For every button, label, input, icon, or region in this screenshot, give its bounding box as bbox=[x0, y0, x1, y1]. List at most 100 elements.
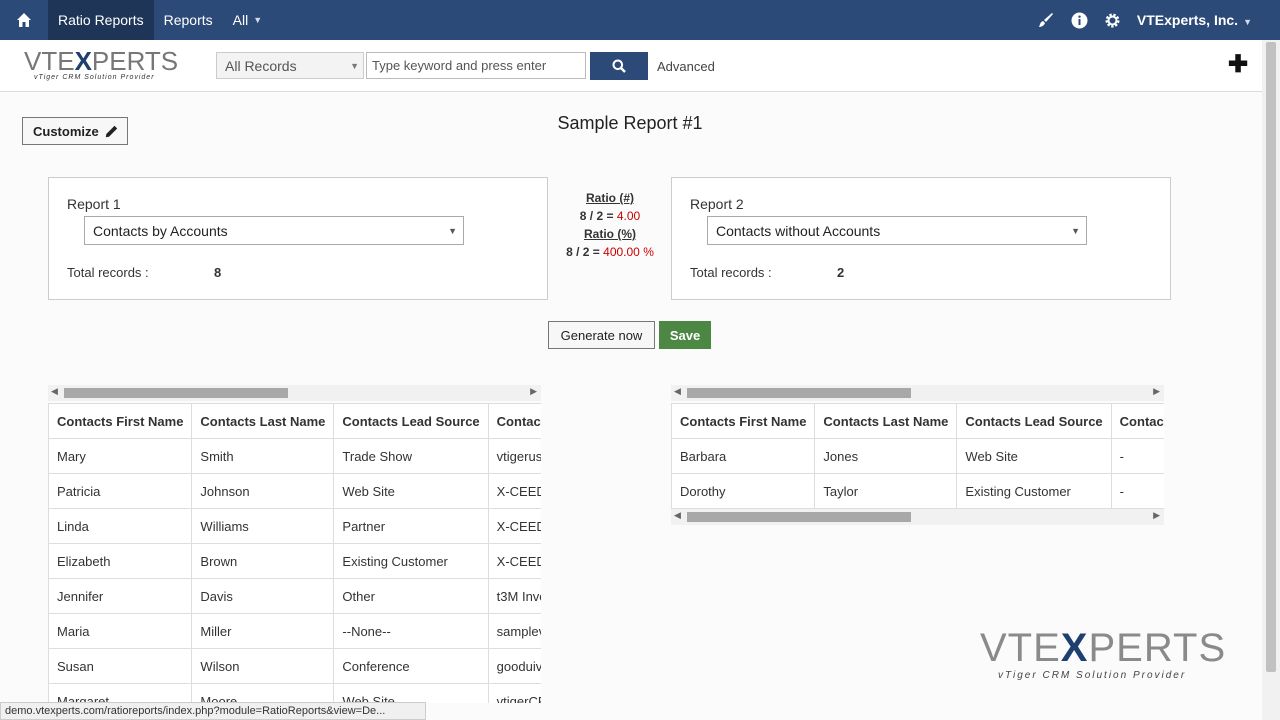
gear-icon[interactable] bbox=[1096, 12, 1129, 29]
column-header[interactable]: Contacts Org bbox=[1110, 403, 1164, 439]
vtexperts-watermark-logo: VTEXPERTS vTiger CRM Solution Provider bbox=[980, 628, 1230, 688]
plus-icon[interactable]: ✚ bbox=[1228, 53, 1248, 77]
report1-panel: Report 1 Contacts by Accounts ▼ Total re… bbox=[48, 177, 548, 300]
table-row[interactable]: Dorothy Taylor Existing Customer - bbox=[671, 473, 1164, 509]
table-cell: Mary bbox=[48, 438, 193, 474]
table-row[interactable]: MarySmithTrade Showvtigeruser bbox=[48, 438, 541, 474]
table-cell: Other bbox=[333, 578, 489, 614]
generate-now-button[interactable]: Generate now bbox=[548, 321, 655, 349]
watermark-text-b: X bbox=[1060, 626, 1089, 670]
watermark-text-c: PERTS bbox=[1088, 626, 1227, 670]
table-row[interactable]: Barbara Jones Web Site - bbox=[671, 438, 1164, 474]
table-row[interactable]: MargaretMooreWeb SitevtigerCRM In bbox=[48, 683, 541, 703]
report1-total-label: Total records : bbox=[67, 265, 149, 280]
table-cell: Margaret bbox=[48, 683, 193, 703]
table-cell: Jones bbox=[814, 438, 958, 474]
advanced-search-link[interactable]: Advanced bbox=[657, 59, 715, 74]
nav-ratio-reports-label: Ratio Reports bbox=[58, 12, 144, 28]
table-row[interactable]: PatriciaJohnsonWeb SiteX-CEED INC 9 bbox=[48, 473, 541, 509]
table-row[interactable]: LindaWilliamsPartnerX-CEED INC 9 bbox=[48, 508, 541, 544]
table-row[interactable]: SusanWilsonConferencegooduivtiger bbox=[48, 648, 541, 684]
customize-label: Customize bbox=[33, 123, 99, 139]
page-title: Sample Report #1 bbox=[557, 113, 703, 133]
table1-scrollbar-top[interactable]: ◀ ▶ bbox=[48, 385, 541, 401]
table2-scrollbar-bottom[interactable]: ◀ ▶ bbox=[671, 509, 1164, 525]
ratio-percent-line: 8 / 2 = 400.00 % bbox=[548, 243, 672, 261]
table-row[interactable]: JenniferDavisOthert3M Invest A/ bbox=[48, 578, 541, 614]
watermark-subtitle: vTiger CRM Solution Provider bbox=[998, 670, 1187, 681]
table-cell: Johnson bbox=[191, 473, 335, 509]
column-header[interactable]: Contacts First Name bbox=[671, 403, 816, 439]
column-header[interactable]: Contacts Last Name bbox=[814, 403, 958, 439]
company-menu[interactable]: VTExperts, Inc. ▼ bbox=[1137, 12, 1252, 28]
table-cell: Web Site bbox=[333, 473, 489, 509]
search-input[interactable]: Type keyword and press enter bbox=[366, 52, 586, 79]
table-row[interactable]: MariaMiller--None--samplevtiger bbox=[48, 613, 541, 649]
company-name: VTExperts, Inc. bbox=[1136, 12, 1239, 28]
table-header-row: Contacts First Name Contacts Last Name Con… bbox=[671, 403, 1164, 439]
table-cell: - bbox=[1110, 473, 1164, 509]
report2-total-value: 2 bbox=[837, 265, 845, 280]
table-cell: Jennifer bbox=[48, 578, 193, 614]
vtexperts-logo[interactable]: VTEXPERTS vTiger CRM Solution Provider bbox=[24, 48, 184, 88]
records-filter-value: All Records bbox=[225, 58, 297, 74]
nav-reports[interactable]: Reports bbox=[154, 0, 223, 40]
report1-select[interactable]: Contacts by Accounts ▼ bbox=[84, 216, 464, 245]
table1-container: Contacts First Name Contacts Last Name Con… bbox=[48, 403, 541, 703]
search-button[interactable] bbox=[590, 52, 648, 80]
scrollbar-thumb[interactable] bbox=[1266, 42, 1276, 672]
table-cell: Web Site bbox=[956, 438, 1112, 474]
nav-ratio-reports[interactable]: Ratio Reports bbox=[48, 0, 154, 40]
nav-all-menu[interactable]: All ▼ bbox=[223, 0, 272, 40]
logo-text-a: VTE bbox=[24, 46, 75, 76]
table-cell: Williams bbox=[191, 508, 335, 544]
scrollbar-thumb[interactable] bbox=[64, 388, 288, 398]
table-cell: --None-- bbox=[333, 613, 489, 649]
scroll-right-icon[interactable]: ▶ bbox=[1153, 510, 1160, 521]
column-header[interactable]: Contacts Org bbox=[487, 403, 541, 439]
caret-down-icon: ▼ bbox=[350, 61, 359, 71]
table-cell: Dorothy bbox=[671, 473, 816, 509]
scroll-left-icon[interactable]: ◀ bbox=[674, 386, 681, 397]
table-cell: Miller bbox=[191, 613, 335, 649]
nav-all-label: All bbox=[232, 12, 249, 28]
info-icon[interactable] bbox=[1063, 12, 1096, 29]
report2-total-label: Total records : bbox=[690, 265, 772, 280]
table2-scrollbar-top[interactable]: ◀ ▶ bbox=[671, 385, 1164, 401]
scroll-right-icon[interactable]: ▶ bbox=[1153, 386, 1160, 397]
scroll-left-icon[interactable]: ◀ bbox=[51, 386, 58, 397]
column-header[interactable]: Contacts First Name bbox=[48, 403, 193, 439]
table-cell: Partner bbox=[333, 508, 489, 544]
caret-down-icon: ▼ bbox=[448, 226, 457, 236]
column-header[interactable]: Contacts Lead Source bbox=[333, 403, 489, 439]
home-icon[interactable] bbox=[0, 0, 48, 40]
report2-select[interactable]: Contacts without Accounts ▼ bbox=[707, 216, 1087, 245]
watermark-text-a: VTE bbox=[980, 626, 1061, 670]
table-cell: Elizabeth bbox=[48, 543, 193, 579]
report2-panel: Report 2 Contacts without Accounts ▼ Tot… bbox=[671, 177, 1171, 300]
customize-button[interactable]: Customize bbox=[22, 117, 128, 145]
scrollbar-thumb[interactable] bbox=[687, 388, 911, 398]
table-cell: samplevtiger bbox=[487, 613, 541, 649]
table-header-row: Contacts First Name Contacts Last Name Con… bbox=[48, 403, 541, 439]
ratio-panel: Ratio (#) 8 / 2 = 4.00 Ratio (%) 8 / 2 =… bbox=[548, 189, 672, 261]
column-header[interactable]: Contacts Lead Source bbox=[956, 403, 1112, 439]
scroll-right-icon[interactable]: ▶ bbox=[530, 386, 537, 397]
report1-table: Contacts First Name Contacts Last Name Con… bbox=[48, 403, 541, 703]
scrollbar-thumb[interactable] bbox=[687, 512, 911, 522]
save-button[interactable]: Save bbox=[659, 321, 711, 349]
table-cell: Moore bbox=[191, 683, 335, 703]
table-row[interactable]: ElizabethBrownExisting CustomerX-CEED IN… bbox=[48, 543, 541, 579]
report2-selected: Contacts without Accounts bbox=[716, 223, 881, 239]
brush-icon[interactable] bbox=[1030, 12, 1063, 28]
column-header[interactable]: Contacts Last Name bbox=[191, 403, 335, 439]
chevron-down-icon: ▼ bbox=[1243, 17, 1252, 27]
table-cell: Taylor bbox=[814, 473, 958, 509]
page-scrollbar[interactable] bbox=[1262, 40, 1280, 720]
nav-reports-label: Reports bbox=[163, 12, 213, 28]
logo-text-c: PERTS bbox=[91, 46, 179, 76]
table-cell: X-CEED INC 9 bbox=[487, 508, 541, 544]
scroll-left-icon[interactable]: ◀ bbox=[674, 510, 681, 521]
top-navbar: Ratio Reports Reports All ▼ VTExperts, In… bbox=[0, 0, 1280, 40]
records-filter-select[interactable]: All Records ▼ bbox=[216, 52, 364, 79]
